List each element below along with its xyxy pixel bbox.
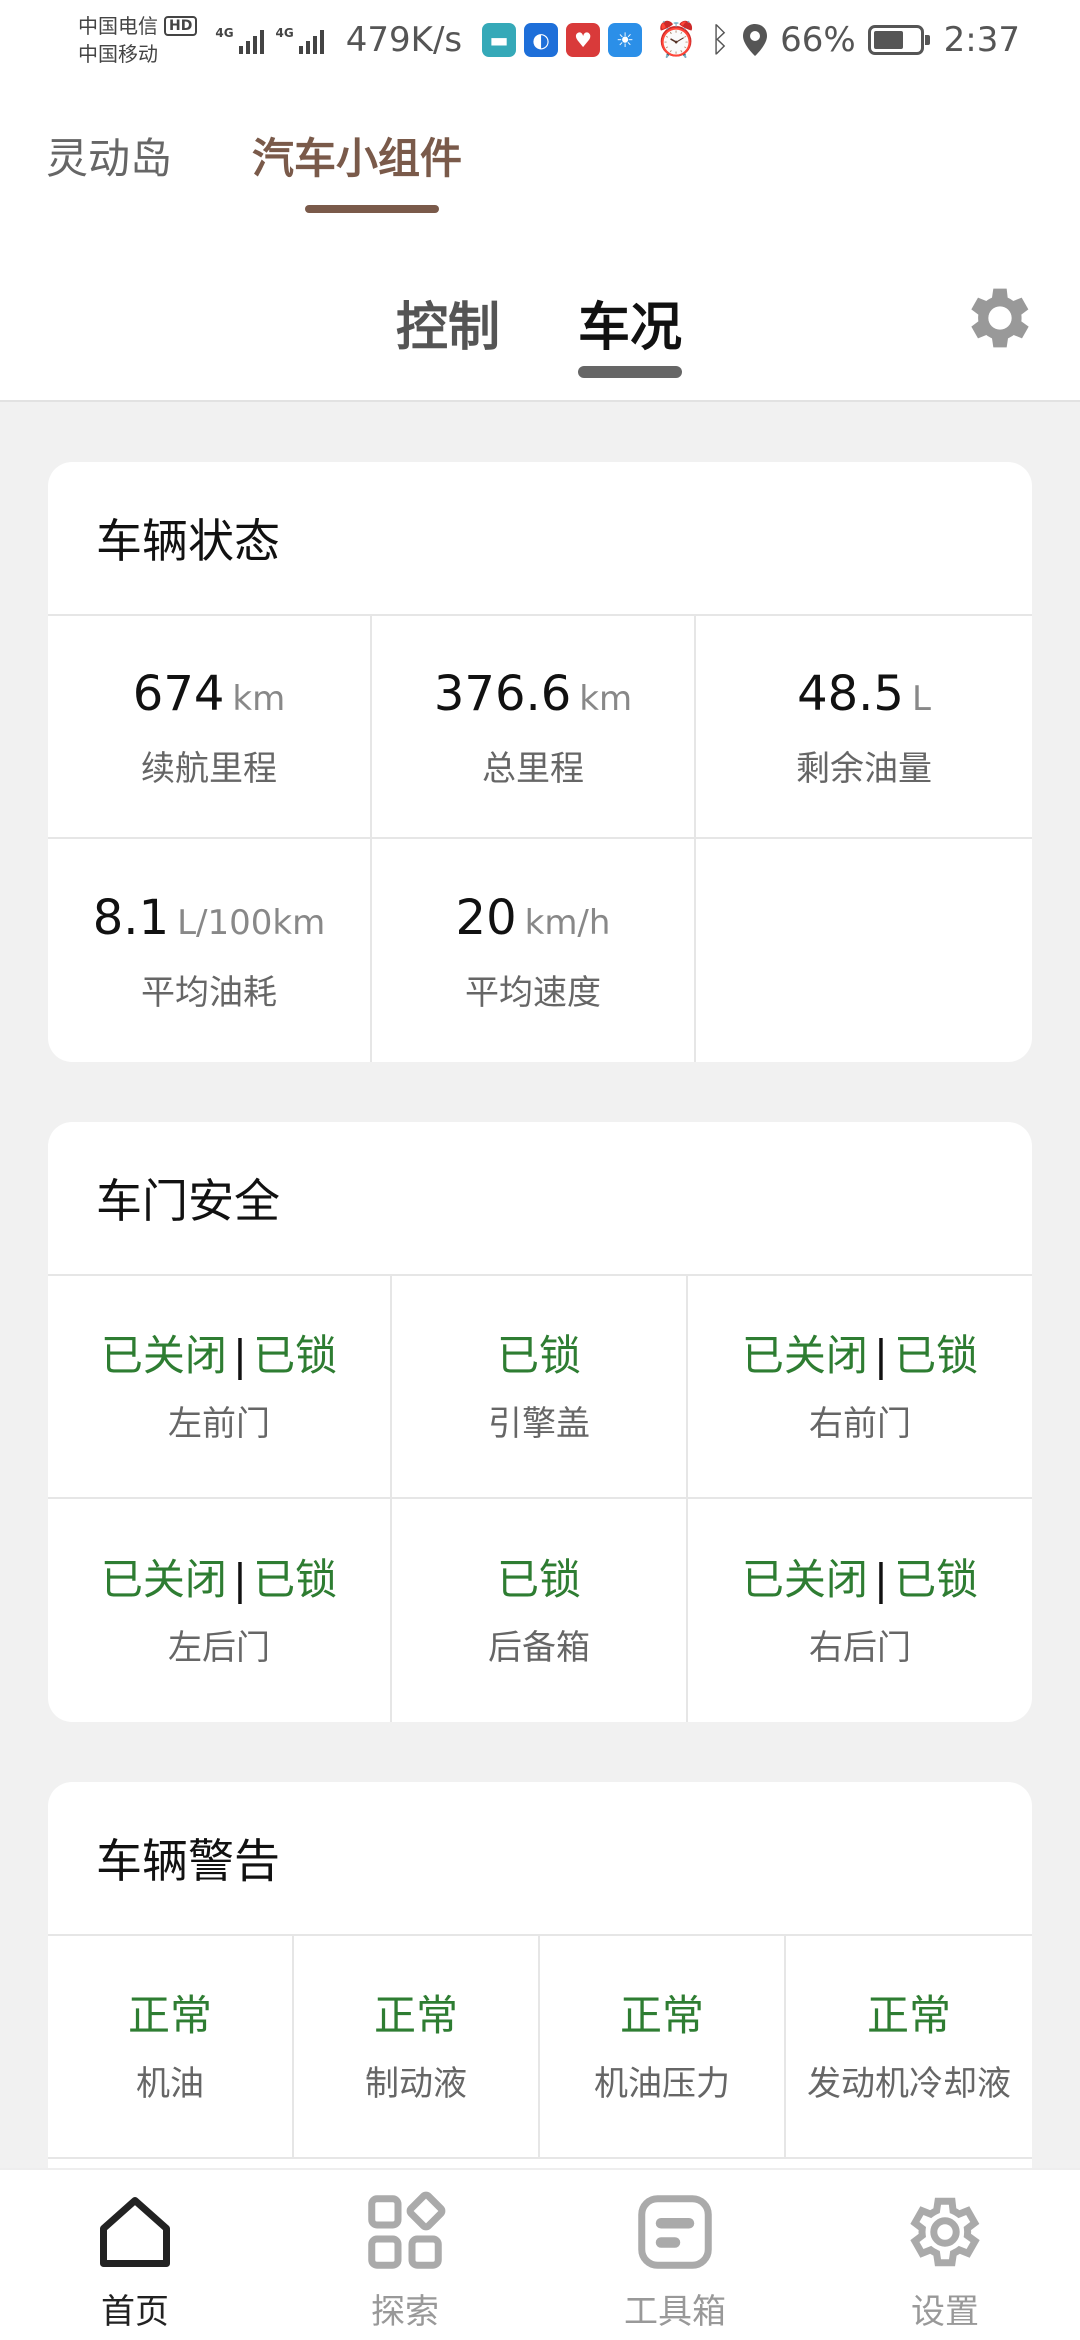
hd-badge: HD	[164, 16, 198, 36]
vehicle-warnings-title: 车辆警告	[48, 1782, 1032, 1936]
alarm-icon: ⏰	[655, 20, 698, 60]
warning-oil-pressure: 正常 机油压力	[540, 1936, 786, 2159]
signal-icon-1: 4G	[215, 26, 264, 54]
explore-grid-icon	[368, 2191, 446, 2269]
door-rear-right: 已关闭 | 已锁 右后门	[741, 1555, 979, 1668]
battery-level	[873, 31, 903, 49]
door-front-left: 已关闭 | 已锁 左前门	[48, 1276, 392, 1499]
heart-app-icon: ♥	[566, 23, 601, 57]
bottom-navigation: 首页 探索 工具箱 设置	[0, 2170, 1080, 2340]
nav-settings[interactable]: 设置	[810, 2170, 1080, 2340]
bulb-icon: ◐	[524, 23, 559, 57]
location-icon	[743, 24, 768, 56]
network-speed: 479K/s	[345, 20, 463, 60]
stat-total-mileage: 376.6 km 总里程	[372, 616, 696, 839]
nav-explore[interactable]: 探索	[270, 2170, 540, 2340]
tab-dynamic-island[interactable]: 灵动岛	[46, 125, 172, 186]
door-rear-left: 已关闭 | 已锁 左后门	[48, 1499, 392, 1722]
door-security-card: 车门安全 已关闭 | 已锁 左前门 已锁 引擎盖 已关闭 | 已锁 右前门 已关闭 | 已锁…	[48, 1122, 1032, 1722]
toolbox-icon	[638, 2195, 712, 2269]
warning-engine-oil: 正常 机油	[48, 1936, 294, 2159]
top-tab-indicator	[305, 205, 439, 213]
signal-icon-2: 4G	[276, 26, 324, 54]
home-icon	[100, 2197, 170, 2267]
tab-control[interactable]: 控制	[396, 285, 500, 360]
door-trunk: 已锁 后备箱	[392, 1499, 688, 1722]
tab-car-widget[interactable]: 汽车小组件	[252, 125, 462, 186]
header: 灵动岛 汽车小组件 控制 车况	[0, 80, 1080, 402]
weather-icon: ☀	[608, 23, 643, 57]
sub-tab-indicator	[578, 366, 682, 378]
stat-fuel-remaining: 48.5 L 剩余油量	[696, 616, 1032, 839]
stat-range: 674 km 续航里程	[48, 616, 372, 839]
carrier-1: 中国电信	[78, 14, 158, 38]
status-bar: 中国电信 HD 中国移动 4G 4G 479K/s ▬ ◐ ♥ ☀ ⏰ ᛒ 66…	[0, 0, 1080, 80]
settings-gear-icon[interactable]	[960, 278, 1040, 358]
stat-avg-speed: 20 km/h 平均速度	[372, 839, 696, 1062]
battery-icon	[867, 25, 930, 55]
bluetooth-icon: ᛒ	[709, 20, 731, 60]
battery-percent: 66%	[780, 20, 856, 60]
app-notification-icon: ▬	[482, 23, 517, 57]
door-front-right: 已关闭 | 已锁 右前门	[688, 1276, 1032, 1499]
stat-empty	[696, 839, 1032, 1062]
door-security-title: 车门安全	[48, 1122, 1032, 1276]
vehicle-warnings-card: 车辆警告 正常 机油 正常 制动液 正常 机油压力 正常 发动机冷却液	[48, 1782, 1032, 2202]
tab-car-condition[interactable]: 车况	[578, 285, 682, 360]
nav-toolbox[interactable]: 工具箱	[540, 2170, 810, 2340]
gear-icon	[910, 2197, 980, 2267]
carrier-2: 中国移动	[78, 42, 158, 66]
stat-avg-fuel-consumption: 8.1 L/100km 平均油耗	[48, 839, 372, 1062]
vehicle-status-card: 车辆状态 674 km 续航里程 376.6 km 总里程 48.5 L 剩余油量 8…	[48, 462, 1032, 1062]
vehicle-status-title: 车辆状态	[48, 462, 1032, 616]
carrier-info: 中国电信 HD 中国移动	[78, 12, 198, 68]
warning-brake-fluid: 正常 制动液	[294, 1936, 540, 2159]
door-hood: 已锁 引擎盖	[392, 1276, 688, 1499]
nav-home[interactable]: 首页	[0, 2170, 270, 2340]
warning-coolant: 正常 发动机冷却液	[786, 1936, 1032, 2159]
clock: 2:37	[943, 20, 1020, 60]
